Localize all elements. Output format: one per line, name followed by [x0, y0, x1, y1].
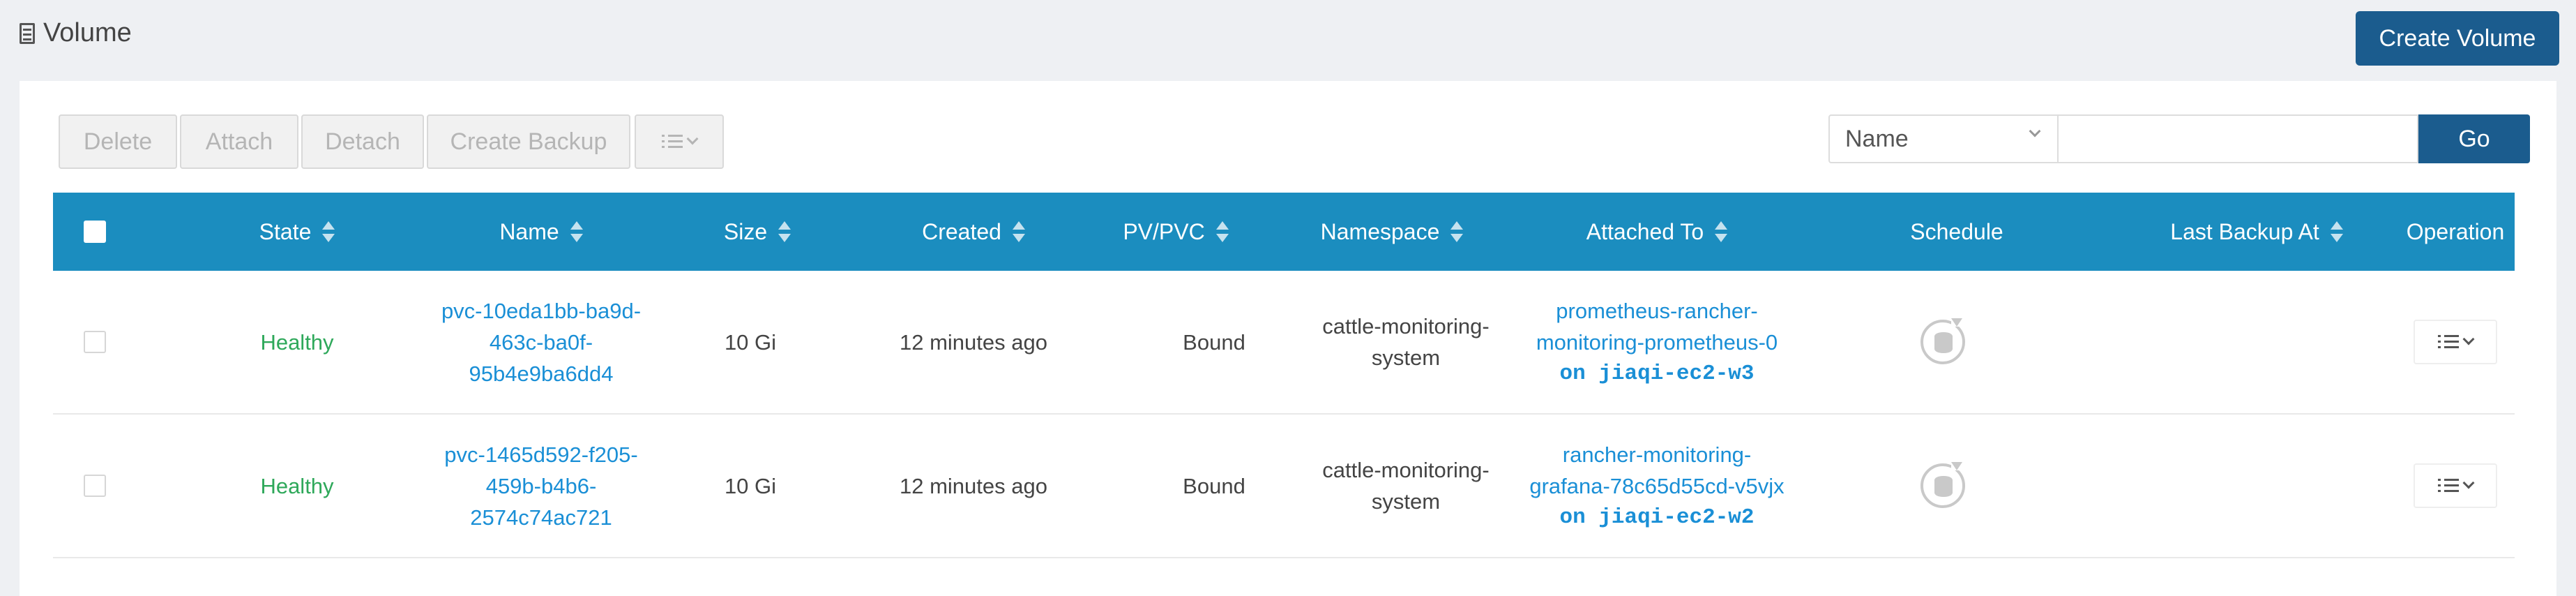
table-header: State Name Size Created PV/PVC Namespace… — [53, 193, 2515, 271]
column-attached-to[interactable]: Attached To — [1517, 193, 1796, 271]
row-namespace: cattle-monitoring- system — [1294, 271, 1517, 413]
attach-button[interactable]: Attach — [180, 114, 298, 169]
sort-icon — [1450, 220, 1464, 244]
volume-name-part: pvc-10eda1bb-ba9d- — [441, 298, 642, 323]
column-name[interactable]: Name — [430, 193, 653, 271]
column-namespace-label: Namespace — [1320, 218, 1440, 244]
operation-menu-button[interactable] — [2414, 463, 2497, 508]
node-name: on jiaqi-ec2-w2 — [1559, 505, 1755, 530]
detach-button[interactable]: Detach — [301, 114, 424, 169]
namespace-part: system — [1371, 345, 1441, 370]
column-last-backup-label: Last Backup At — [2170, 218, 2319, 244]
recurring-backup-icon[interactable] — [1920, 462, 1965, 508]
volume-name-part: pvc-1465d592-f205- — [444, 442, 638, 467]
row-created: 12 minutes ago — [900, 473, 1047, 498]
column-created[interactable]: Created — [848, 193, 1099, 271]
recurring-backup-icon[interactable] — [1920, 318, 1965, 364]
volume-list-icon — [20, 22, 35, 44]
page-title-text: Volume — [43, 18, 132, 47]
column-last-backup[interactable]: Last Backup At — [2117, 193, 2396, 271]
sort-icon — [778, 220, 791, 244]
sort-icon — [322, 220, 335, 244]
create-backup-button[interactable]: Create Backup — [427, 114, 630, 169]
workload-link[interactable]: grafana-78c65d55cd-v5vjx — [1529, 470, 1784, 502]
chevron-down-icon — [2029, 125, 2041, 137]
column-state-label: State — [259, 218, 312, 244]
filter-value-input[interactable] — [2057, 114, 2418, 163]
column-schedule: Schedule — [1852, 193, 2061, 271]
column-schedule-label: Schedule — [1910, 218, 2003, 244]
chevron-down-icon — [686, 133, 699, 145]
column-state[interactable]: State — [213, 193, 381, 271]
row-created: 12 minutes ago — [900, 329, 1047, 355]
row-pvpvc: Bound — [1183, 473, 1245, 498]
sort-icon — [1012, 220, 1025, 244]
sort-icon — [2330, 220, 2343, 244]
row-namespace: cattle-monitoring- system — [1294, 415, 1517, 557]
volume-name-part: 463c-ba0f- — [489, 329, 593, 355]
row-size: 10 Gi — [724, 473, 777, 498]
filter-field-select[interactable]: Name — [1828, 114, 2059, 163]
row-schedule[interactable] — [1838, 271, 2047, 413]
volume-name-link[interactable]: pvc-10eda1bb-ba9d- 463c-ba0f- 95b4e9ba6d… — [430, 271, 653, 413]
row-attached-to: rancher-monitoring- grafana-78c65d55cd-v… — [1517, 415, 1796, 557]
column-pvpvc-label: PV/PVC — [1123, 218, 1205, 244]
select-all-checkbox[interactable] — [84, 221, 106, 243]
chevron-down-icon — [2462, 333, 2475, 345]
sort-icon — [570, 220, 583, 244]
namespace-part: cattle-monitoring- — [1322, 458, 1490, 482]
column-namespace[interactable]: Namespace — [1280, 193, 1503, 271]
row-state: Healthy — [260, 473, 334, 498]
row-operation — [2396, 271, 2515, 413]
column-pvpvc[interactable]: PV/PVC — [1092, 193, 1259, 271]
volume-name-part: 459b-b4b6- — [485, 473, 597, 498]
column-size[interactable]: Size — [695, 193, 820, 271]
bulk-actions-menu-button[interactable] — [635, 114, 724, 169]
column-operation-label: Operation — [2406, 218, 2505, 244]
filter-field-value: Name — [1845, 125, 1909, 152]
row-operation — [2396, 415, 2515, 557]
page-header: Volume Create Volume — [0, 0, 2576, 77]
row-last-backup — [2117, 271, 2396, 413]
row-state: Healthy — [260, 329, 334, 355]
row-checkbox[interactable] — [84, 475, 106, 497]
node-name: on jiaqi-ec2-w3 — [1559, 361, 1755, 386]
namespace-part: system — [1371, 489, 1441, 514]
workload-link[interactable]: monitoring-prometheus-0 — [1536, 327, 1778, 358]
workload-link[interactable]: rancher-monitoring- — [1563, 439, 1752, 470]
column-operation: Operation — [2396, 193, 2515, 271]
row-attached-to: prometheus-rancher- monitoring-prometheu… — [1517, 271, 1796, 413]
volume-name-part: 2574c74ac721 — [470, 505, 612, 530]
volume-panel: Delete Attach Detach Create Backup Name … — [20, 81, 2556, 596]
row-pvpvc: Bound — [1183, 329, 1245, 355]
create-volume-button[interactable]: Create Volume — [2356, 11, 2559, 66]
column-size-label: Size — [723, 218, 768, 244]
column-name-label: Name — [499, 218, 559, 244]
sort-icon — [1215, 220, 1229, 244]
row-last-backup — [2117, 415, 2396, 557]
column-created-label: Created — [922, 218, 1001, 244]
sort-icon — [1715, 220, 1728, 244]
row-schedule[interactable] — [1838, 415, 2047, 557]
operation-menu-button[interactable] — [2414, 320, 2497, 364]
page-title: Volume — [20, 18, 132, 48]
column-attached-label: Attached To — [1586, 218, 1704, 244]
volume-name-link[interactable]: pvc-1465d592-f205- 459b-b4b6- 2574c74ac7… — [430, 415, 653, 557]
volume-name-part: 95b4e9ba6dd4 — [469, 361, 614, 386]
volume-table: State Name Size Created PV/PVC Namespace… — [53, 193, 2515, 558]
list-menu-icon — [2438, 334, 2459, 350]
table-row: Healthy pvc-10eda1bb-ba9d- 463c-ba0f- 95… — [53, 271, 2515, 415]
row-size: 10 Gi — [724, 329, 777, 355]
list-menu-icon — [2438, 477, 2459, 494]
workload-link[interactable]: prometheus-rancher- — [1556, 295, 1757, 327]
row-checkbox[interactable] — [84, 331, 106, 353]
chevron-down-icon — [2462, 477, 2475, 489]
table-row: Healthy pvc-1465d592-f205- 459b-b4b6- 25… — [53, 415, 2515, 558]
list-menu-icon — [662, 133, 683, 150]
delete-button[interactable]: Delete — [59, 114, 177, 169]
go-button[interactable]: Go — [2418, 114, 2530, 163]
namespace-part: cattle-monitoring- — [1322, 314, 1490, 338]
